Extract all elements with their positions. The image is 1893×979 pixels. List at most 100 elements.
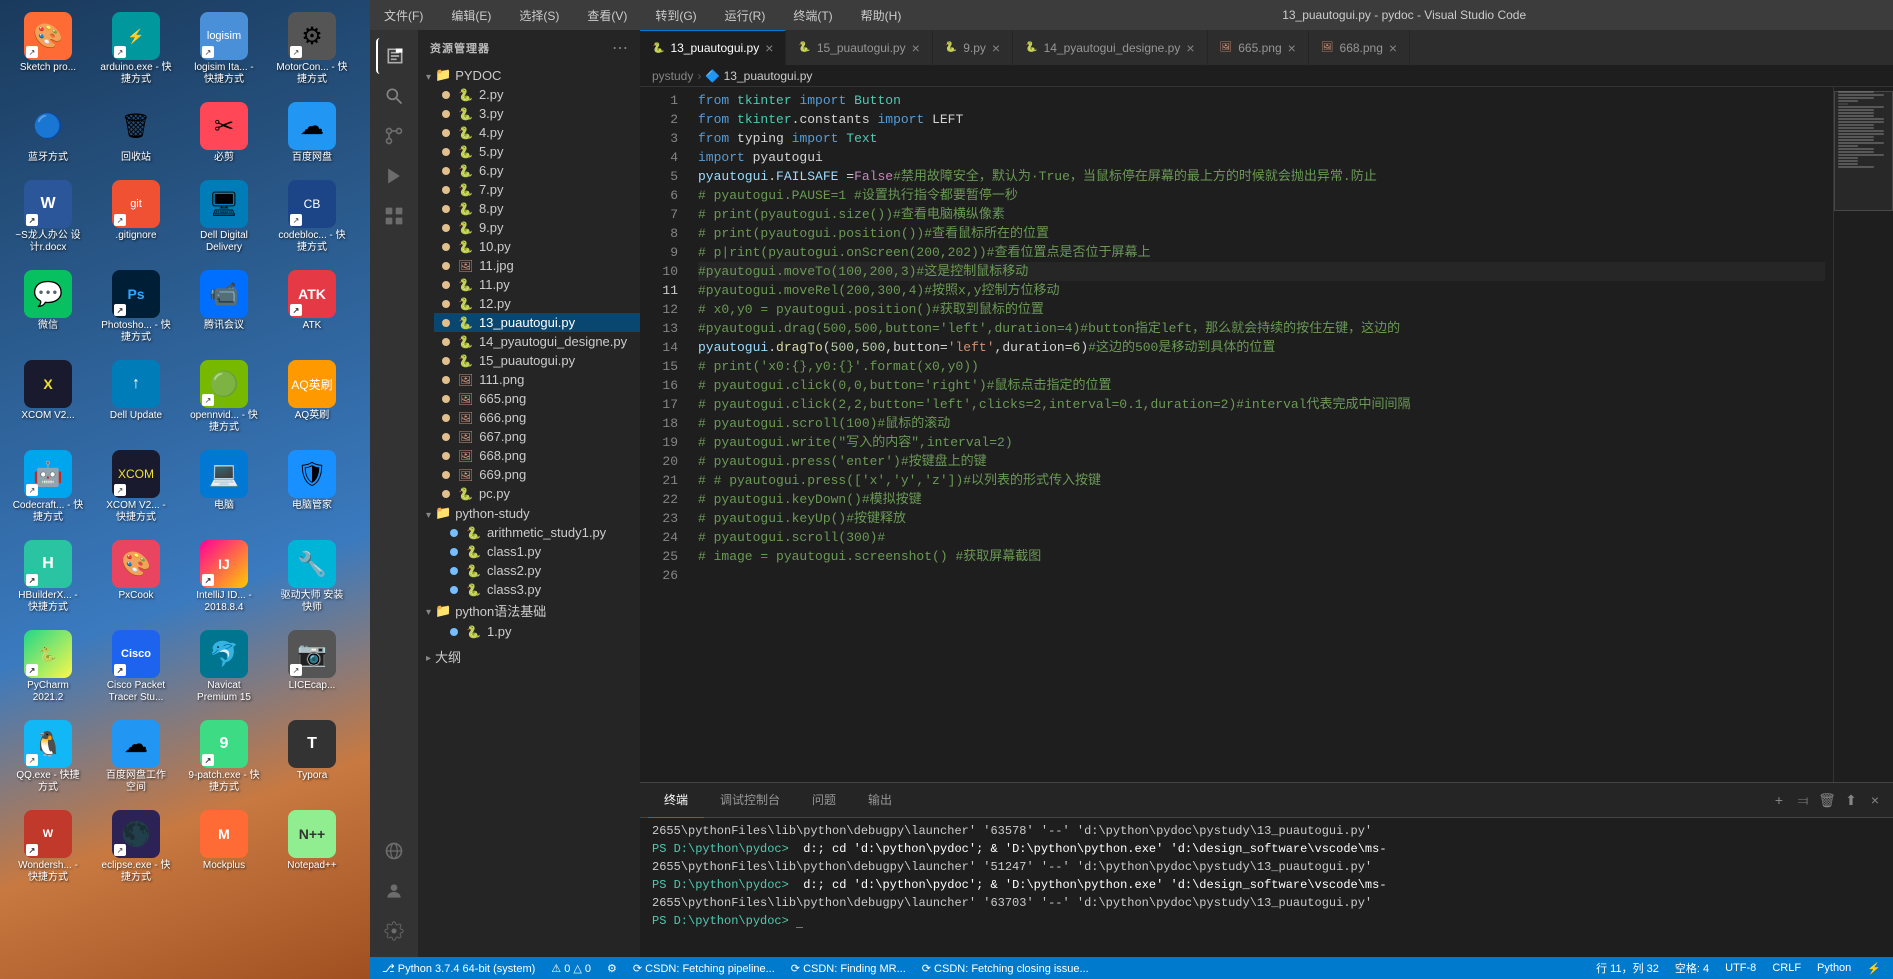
- file-pcpy[interactable]: 🐍pc.py: [434, 484, 640, 503]
- breadcrumb-pystudy[interactable]: pystudy: [652, 69, 693, 83]
- desktop-icon-motorcon[interactable]: ⚙↗ MotorCon... - 快捷方式: [272, 8, 352, 90]
- status-csdn3[interactable]: ⟳ CSDN: Fetching closing issue...: [918, 957, 1093, 979]
- desktop-icon-photoshop[interactable]: Ps↗ Photosho... - 快捷方式: [96, 266, 176, 348]
- file-class3[interactable]: 🐍class3.py: [442, 580, 640, 599]
- desktop-icon-9patch[interactable]: 9↗ 9-patch.exe - 快捷方式: [184, 716, 264, 798]
- desktop-icon-notepadpp[interactable]: N++ Notepad++: [272, 806, 352, 888]
- desktop-icon-wondershare[interactable]: W↗ Wondersh... - 快捷方式: [8, 806, 88, 888]
- folder-python-syntax[interactable]: 📁 python语法基础: [418, 599, 640, 622]
- terminal-split-button[interactable]: ⫤: [1793, 790, 1813, 810]
- desktop-icon-sketch[interactable]: 🎨↗ Sketch pro...: [8, 8, 88, 90]
- activity-explorer[interactable]: [376, 38, 412, 74]
- desktop-icon-hbuilder[interactable]: H↗ HBuilderX... - 快捷方式: [8, 536, 88, 618]
- menu-select[interactable]: 选择(S): [513, 5, 565, 26]
- desktop-icon-xcom2[interactable]: XCOM↗ XCOM V2... - 快捷方式: [96, 446, 176, 528]
- file-2py[interactable]: 🐍2.py: [434, 85, 640, 104]
- code-editor[interactable]: 1 2 3 4 5 6 7 8 9 10 11 12 13 14 15 16 1: [640, 87, 1893, 782]
- file-7py[interactable]: 🐍7.py: [434, 180, 640, 199]
- menu-terminal[interactable]: 终端(T): [787, 5, 838, 26]
- desktop-icon-nvidia[interactable]: 🟢↗ opennvid... - 快捷方式: [184, 356, 264, 438]
- desktop-icon-intellij[interactable]: IJ↗ IntelliJ ID... - 2018.8.4: [184, 536, 264, 618]
- desktop-icon-bluetooth[interactable]: 🔵 蓝牙方式: [8, 98, 88, 168]
- desktop-icon-bijian[interactable]: ✂ 必剪: [184, 98, 264, 168]
- desktop-icon-qq[interactable]: 🐧↗ QQ.exe - 快捷方式: [8, 716, 88, 798]
- desktop-icon-recycle[interactable]: 🗑 回收站: [96, 98, 176, 168]
- file-667png[interactable]: 🖼667.png: [434, 427, 640, 446]
- desktop-icon-dell-update[interactable]: ↑ Dell Update: [96, 356, 176, 438]
- activity-remote[interactable]: [376, 833, 412, 869]
- activity-settings[interactable]: [376, 913, 412, 949]
- file-111png[interactable]: 🖼111.png: [434, 370, 640, 389]
- file-13py[interactable]: 🐍13_puautogui.py: [434, 313, 640, 332]
- status-language[interactable]: Python: [1813, 957, 1855, 979]
- status-python[interactable]: ⎇ Python 3.7.4 64-bit (system): [378, 957, 539, 979]
- tab-close-13py[interactable]: ×: [765, 40, 773, 56]
- desktop-icon-pcmanager[interactable]: 🛡 电脑管家: [272, 446, 352, 528]
- desktop-icon-dell-delivery[interactable]: 🖥 Dell Digital Delivery: [184, 176, 264, 258]
- tab-close-15py[interactable]: ×: [912, 40, 920, 56]
- file-4py[interactable]: 🐍4.py: [434, 123, 640, 142]
- tab-13py[interactable]: 🐍 13_puautogui.py ×: [640, 30, 786, 65]
- file-10py[interactable]: 🐍10.py: [434, 237, 640, 256]
- file-12py[interactable]: 🐍12.py: [434, 294, 640, 313]
- desktop-icon-navicat[interactable]: 🐬 Navicat Premium 15: [184, 626, 264, 708]
- tab-9py[interactable]: 🐍 9.py ×: [933, 30, 1013, 65]
- tab-close-665png[interactable]: ×: [1288, 40, 1296, 56]
- activity-search[interactable]: [376, 78, 412, 114]
- desktop-icon-aq[interactable]: AQ英刷 AQ英刷: [272, 356, 352, 438]
- desktop-icon-codeblocks[interactable]: CB↗ codebloc... - 快捷方式: [272, 176, 352, 258]
- desktop-icon-drivermaster[interactable]: 🔧 驱动大师 安装快师: [272, 536, 352, 618]
- file-class1[interactable]: 🐍class1.py: [442, 542, 640, 561]
- desktop-icon-baidupan[interactable]: ☁ 百度网盘: [272, 98, 352, 168]
- folder-pydoc[interactable]: 📁 PYDOC: [418, 65, 640, 85]
- desktop-icon-typora[interactable]: T Typora: [272, 716, 352, 798]
- desktop-icon-licecap[interactable]: 📷↗ LICEcap...: [272, 626, 352, 708]
- folder-python-study[interactable]: 📁 python-study: [418, 503, 640, 523]
- activity-account[interactable]: [376, 873, 412, 909]
- desktop-icon-wechat[interactable]: 💬 微信: [8, 266, 88, 348]
- file-5py[interactable]: 🐍5.py: [434, 142, 640, 161]
- status-csdn2[interactable]: ⟳ CSDN: Finding MR...: [787, 957, 910, 979]
- activity-scm[interactable]: [376, 118, 412, 154]
- file-15py[interactable]: 🐍15_puautogui.py: [434, 351, 640, 370]
- desktop-icon-mycomputer[interactable]: 💻 电脑: [184, 446, 264, 528]
- file-1py[interactable]: 🐍1.py: [442, 622, 640, 641]
- menu-view[interactable]: 查看(V): [581, 5, 633, 26]
- status-notifications[interactable]: ⚡: [1863, 957, 1885, 979]
- terminal-content[interactable]: 2655\pythonFiles\lib\python\debugpy\laun…: [640, 818, 1893, 957]
- tab-close-668png[interactable]: ×: [1389, 40, 1397, 56]
- file-11py[interactable]: 🐍11.py: [434, 275, 640, 294]
- status-position[interactable]: 行 11，列 32: [1592, 957, 1663, 979]
- file-668png[interactable]: 🖼668.png: [434, 446, 640, 465]
- menu-edit[interactable]: 编辑(E): [445, 5, 497, 26]
- desktop-icon-eclipse[interactable]: 🌑↗ eclipse.exe - 快捷方式: [96, 806, 176, 888]
- status-sync[interactable]: ⚙: [603, 957, 621, 979]
- desktop-icon-logisim[interactable]: logisim↗ logisim Ita... - 快捷方式: [184, 8, 264, 90]
- sidebar-more-button[interactable]: ⋯: [612, 38, 628, 58]
- file-8py[interactable]: 🐍8.py: [434, 199, 640, 218]
- desktop-icon-xcom[interactable]: X XCOM V2...: [8, 356, 88, 438]
- file-3py[interactable]: 🐍3.py: [434, 104, 640, 123]
- file-665png[interactable]: 🖼665.png: [434, 389, 640, 408]
- desktop-icon-baidupan-work[interactable]: ☁ 百度网盘工作 空间: [96, 716, 176, 798]
- file-666png[interactable]: 🖼666.png: [434, 408, 640, 427]
- terminal-kill-button[interactable]: 🗑: [1817, 790, 1837, 810]
- file-arithmetic[interactable]: 🐍arithmetic_study1.py: [442, 523, 640, 542]
- file-14py[interactable]: 🐍14_pyautogui_designe.py: [434, 332, 640, 351]
- desktop-icon-atk[interactable]: ATK↗ ATK: [272, 266, 352, 348]
- desktop-icon-tencent-meeting[interactable]: 📹 腾讯会议: [184, 266, 264, 348]
- menu-goto[interactable]: 转到(G): [649, 5, 702, 26]
- desktop-icon-word-doc[interactable]: W↗ ~S龙人办公 设计r.docx: [8, 176, 88, 258]
- file-669png[interactable]: 🖼669.png: [434, 465, 640, 484]
- term-tab-output[interactable]: 输出: [852, 783, 908, 818]
- term-tab-terminal[interactable]: 终端: [648, 783, 704, 818]
- folder-outline[interactable]: 大纲: [418, 645, 640, 668]
- terminal-new-button[interactable]: +: [1769, 790, 1789, 810]
- terminal-close-button[interactable]: ×: [1865, 790, 1885, 810]
- terminal-maximize-button[interactable]: ⬆: [1841, 790, 1861, 810]
- desktop-icon-cisco[interactable]: Cisco↗ Cisco Packet Tracer Stu...: [96, 626, 176, 708]
- tab-close-14py[interactable]: ×: [1186, 40, 1194, 56]
- activity-extensions[interactable]: [376, 198, 412, 234]
- file-9py[interactable]: 🐍9.py: [434, 218, 640, 237]
- file-11jpg[interactable]: 🖼11.jpg: [434, 256, 640, 275]
